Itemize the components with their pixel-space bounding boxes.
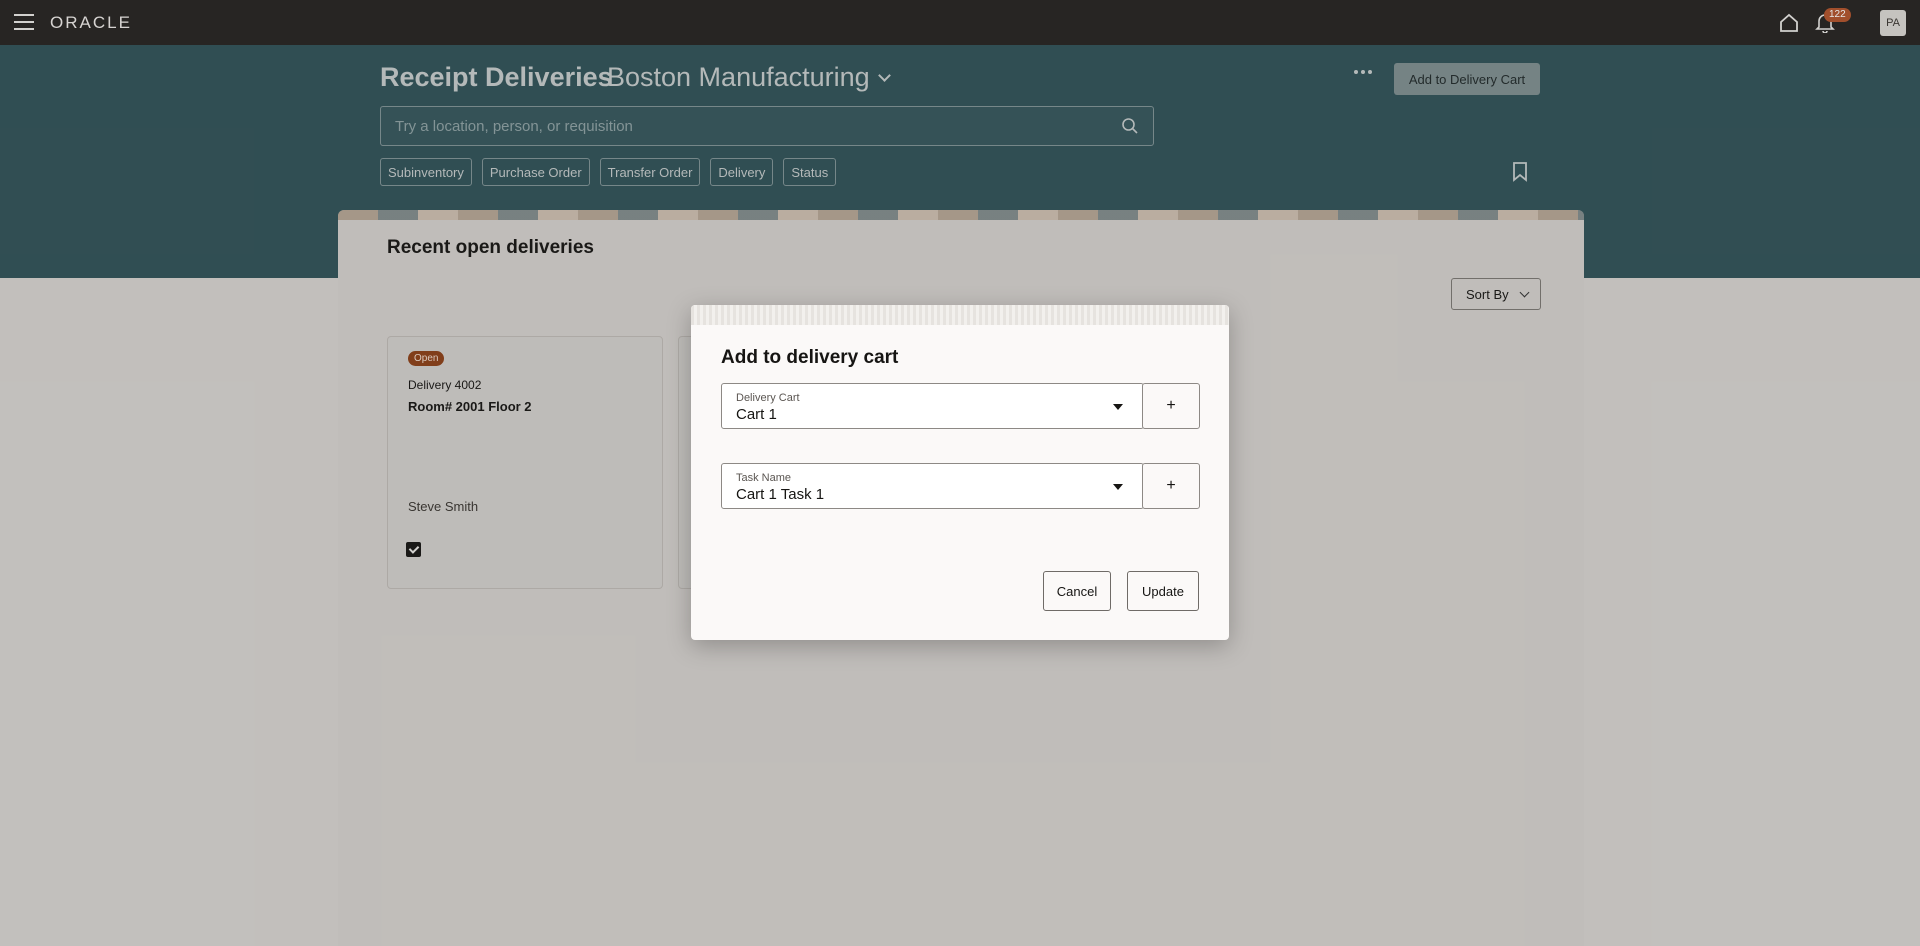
- dialog-header-strip: [691, 305, 1229, 325]
- dropdown-caret-icon: [1113, 484, 1123, 490]
- delivery-cart-select[interactable]: Delivery Cart Cart 1: [721, 383, 1144, 429]
- add-task-button[interactable]: +: [1142, 463, 1200, 509]
- dialog-title: Add to delivery cart: [721, 347, 899, 368]
- add-delivery-cart-button[interactable]: +: [1142, 383, 1200, 429]
- task-name-select[interactable]: Task Name Cart 1 Task 1: [721, 463, 1144, 509]
- delivery-cart-value: Cart 1: [736, 406, 777, 423]
- update-button[interactable]: Update: [1127, 571, 1199, 611]
- add-to-cart-dialog: Add to delivery cart Delivery Cart Cart …: [691, 305, 1229, 640]
- task-name-value: Cart 1 Task 1: [736, 486, 825, 503]
- dropdown-caret-icon: [1113, 404, 1123, 410]
- delivery-cart-label: Delivery Cart: [736, 392, 800, 404]
- cancel-button[interactable]: Cancel: [1043, 571, 1111, 611]
- task-name-label: Task Name: [736, 472, 792, 484]
